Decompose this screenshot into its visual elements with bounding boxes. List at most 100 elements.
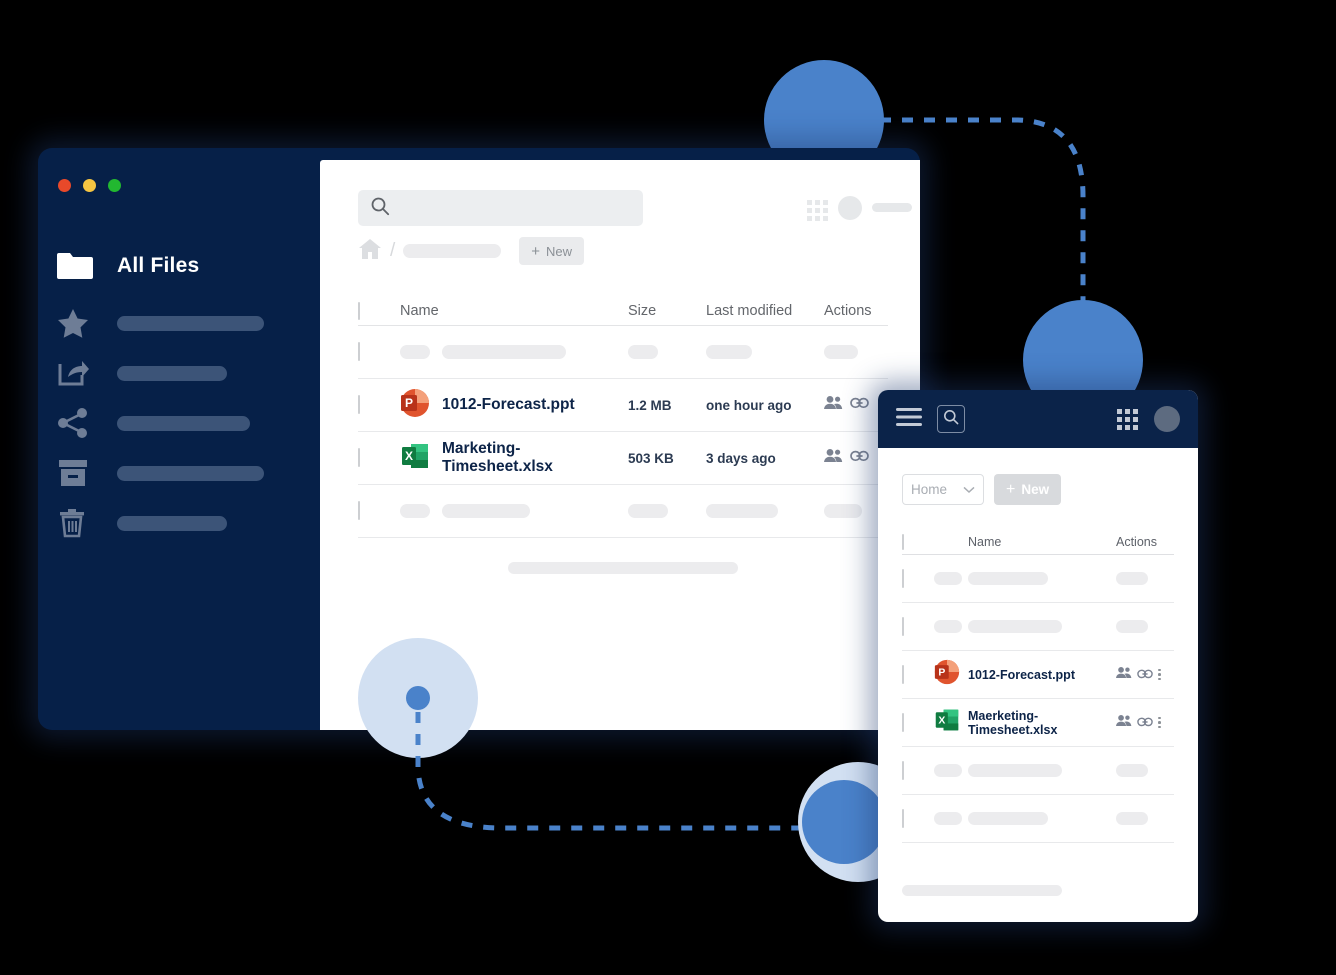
sidebar-item-trash[interactable] bbox=[57, 498, 320, 548]
username-placeholder bbox=[872, 203, 912, 212]
svg-text:X: X bbox=[938, 715, 945, 726]
location-select[interactable]: Home bbox=[902, 474, 984, 505]
svg-text:P: P bbox=[405, 396, 413, 410]
kebab-icon[interactable] bbox=[1158, 668, 1161, 681]
new-button-label: New bbox=[1021, 482, 1050, 497]
row-checkbox-cell[interactable] bbox=[902, 664, 934, 684]
table-row[interactable] bbox=[358, 326, 888, 379]
table-row[interactable]: X Marketing-Timesheet.xlsx 503 KB 3 days… bbox=[358, 432, 888, 485]
row-checkbox[interactable] bbox=[358, 448, 360, 467]
new-button-label: New bbox=[546, 243, 573, 259]
table-row[interactable]: P 1012-Forecast.ppt 1.2 MB one hour ago bbox=[358, 379, 888, 432]
home-icon[interactable] bbox=[358, 238, 382, 265]
table-row[interactable] bbox=[902, 747, 1174, 795]
folder-icon bbox=[57, 249, 101, 283]
avatar[interactable] bbox=[838, 196, 862, 220]
file-name[interactable]: Marketing-Timesheet.xlsx bbox=[442, 440, 628, 476]
people-icon[interactable] bbox=[1116, 714, 1132, 732]
row-checkbox-cell[interactable] bbox=[358, 342, 400, 361]
table-header-row: Name Size Last modified Actions bbox=[358, 296, 888, 326]
row-modified-placeholder bbox=[706, 345, 824, 359]
column-header-size[interactable]: Size bbox=[628, 303, 706, 319]
sidebar-item-all-files[interactable]: All Files bbox=[57, 234, 320, 298]
row-icon-placeholder bbox=[400, 504, 442, 518]
avatar[interactable] bbox=[1154, 406, 1180, 432]
select-all-checkbox-cell[interactable] bbox=[902, 533, 934, 550]
link-icon[interactable] bbox=[1137, 666, 1153, 684]
row-checkbox[interactable] bbox=[902, 616, 904, 636]
row-checkbox[interactable] bbox=[902, 808, 904, 828]
table-row[interactable]: X Maerketing-Timesheet.xlsx bbox=[902, 699, 1174, 747]
apps-grid-icon[interactable] bbox=[1117, 408, 1138, 430]
link-icon[interactable] bbox=[850, 396, 869, 414]
table-row[interactable] bbox=[902, 603, 1174, 651]
sidebar-item-starred[interactable] bbox=[57, 298, 320, 348]
sidebar-item-placeholder bbox=[117, 465, 264, 481]
people-icon[interactable] bbox=[824, 448, 843, 468]
search-input[interactable] bbox=[358, 190, 643, 226]
row-checkbox-cell[interactable] bbox=[358, 448, 400, 467]
row-checkbox[interactable] bbox=[902, 712, 904, 732]
select-all-checkbox-cell[interactable] bbox=[358, 301, 400, 320]
new-button[interactable]: + New bbox=[519, 237, 585, 265]
row-checkbox-cell[interactable] bbox=[902, 568, 934, 588]
row-actions-placeholder bbox=[1116, 764, 1174, 777]
row-checkbox-cell[interactable] bbox=[358, 395, 400, 414]
row-checkbox-cell[interactable] bbox=[902, 808, 934, 828]
row-checkbox-cell[interactable] bbox=[358, 501, 400, 520]
row-checkbox[interactable] bbox=[902, 760, 904, 780]
row-checkbox[interactable] bbox=[902, 664, 904, 684]
powerpoint-icon: P bbox=[400, 388, 442, 423]
row-checkbox[interactable] bbox=[358, 395, 360, 414]
row-actions bbox=[1116, 714, 1174, 732]
column-header-name[interactable]: Name bbox=[400, 303, 628, 319]
table-row[interactable] bbox=[902, 795, 1174, 843]
maximize-button[interactable] bbox=[108, 179, 121, 192]
row-checkbox-cell[interactable] bbox=[902, 712, 934, 732]
search-icon bbox=[943, 409, 959, 430]
excel-icon: X bbox=[400, 441, 442, 476]
row-size-placeholder bbox=[628, 345, 706, 359]
row-checkbox[interactable] bbox=[902, 568, 904, 588]
file-name[interactable]: 1012-Forecast.ppt bbox=[442, 396, 628, 414]
file-name[interactable]: 1012-Forecast.ppt bbox=[968, 668, 1116, 682]
sidebar-item-placeholder bbox=[117, 515, 227, 531]
column-header-modified[interactable]: Last modified bbox=[706, 303, 824, 319]
row-checkbox-cell[interactable] bbox=[902, 760, 934, 780]
breadcrumb: / + New bbox=[358, 236, 585, 266]
row-checkbox[interactable] bbox=[358, 342, 360, 361]
link-icon[interactable] bbox=[850, 449, 869, 467]
apps-grid-icon[interactable] bbox=[807, 200, 828, 221]
new-button[interactable]: + New bbox=[994, 474, 1062, 505]
footer-placeholder bbox=[902, 885, 1062, 896]
search-button[interactable] bbox=[937, 405, 965, 433]
sidebar-item-shared[interactable] bbox=[57, 398, 320, 448]
row-name-placeholder bbox=[968, 572, 1116, 585]
file-modified: 3 days ago bbox=[706, 450, 776, 466]
table-header-row: Name Actions bbox=[902, 529, 1174, 555]
table-row[interactable] bbox=[358, 485, 888, 538]
row-checkbox-cell[interactable] bbox=[902, 616, 934, 636]
close-button[interactable] bbox=[58, 179, 71, 192]
select-all-checkbox[interactable] bbox=[358, 301, 360, 320]
select-all-checkbox[interactable] bbox=[902, 533, 904, 550]
sidebar-item-exported[interactable] bbox=[57, 348, 320, 398]
file-size: 503 KB bbox=[628, 450, 674, 466]
people-icon[interactable] bbox=[1116, 666, 1132, 684]
row-checkbox[interactable] bbox=[358, 501, 360, 520]
table-row[interactable] bbox=[902, 555, 1174, 603]
minimize-button[interactable] bbox=[83, 179, 96, 192]
file-name[interactable]: Maerketing-Timesheet.xlsx bbox=[968, 709, 1116, 737]
row-actions-placeholder bbox=[1116, 572, 1174, 585]
desktop-content-panel: / + New Name Size Last modified Actions bbox=[320, 160, 920, 730]
people-icon[interactable] bbox=[824, 395, 843, 415]
row-name-placeholder bbox=[442, 504, 628, 518]
column-header-name[interactable]: Name bbox=[968, 535, 1116, 549]
hamburger-icon[interactable] bbox=[896, 407, 922, 431]
sidebar-item-archive[interactable] bbox=[57, 448, 320, 498]
kebab-icon[interactable] bbox=[1158, 716, 1161, 729]
row-icon-placeholder bbox=[934, 572, 968, 585]
table-row[interactable]: P 1012-Forecast.ppt bbox=[902, 651, 1174, 699]
row-name-placeholder bbox=[442, 345, 628, 359]
link-icon[interactable] bbox=[1137, 714, 1153, 732]
